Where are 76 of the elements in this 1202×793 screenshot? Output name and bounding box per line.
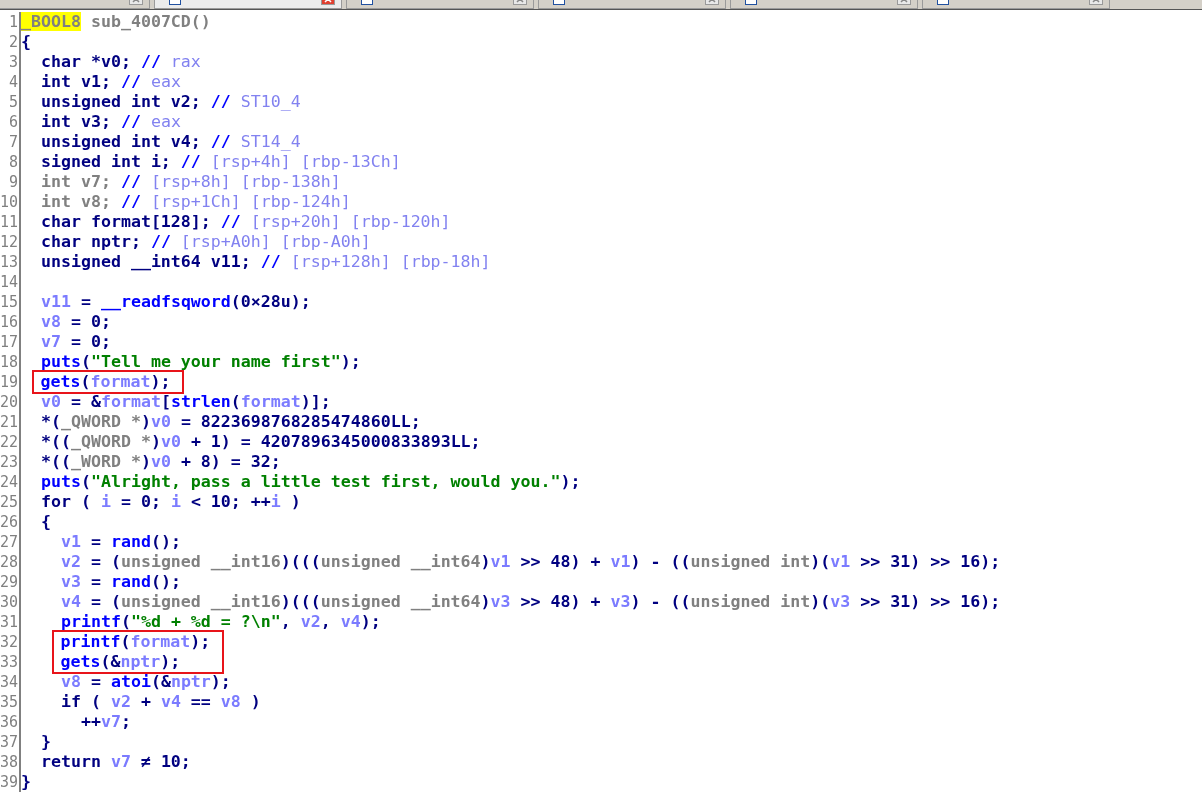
line-number: 19 [0, 372, 21, 392]
line-number: 33 [0, 652, 21, 672]
code-line: *((_WORD *)v0 + 8) = 32; [41, 452, 281, 471]
code-line: printf(format); [60, 631, 211, 652]
line-number: 9 [0, 172, 21, 192]
line-number: 7 [0, 132, 21, 152]
code-line: char nptr; // [rsp+A0h] [rbp-A0h] [41, 232, 371, 251]
code-line: v1 = rand(); [60, 532, 181, 551]
code-line: int v3; // eax [41, 112, 181, 131]
code-line: _BOOL8 sub_4007CD() [21, 12, 211, 31]
line-number: 20 [0, 392, 21, 412]
line-number: 15 [0, 292, 21, 312]
code-line: v7 = 0; [41, 332, 111, 351]
line-number: 4 [0, 72, 21, 92]
line-number: 25 [0, 492, 21, 512]
line-number: 6 [0, 112, 21, 132]
code-line: v11 = __readfsqword(0×28u); [41, 292, 311, 311]
code-line: ++v7; [80, 712, 131, 731]
line-number: 14 [0, 272, 21, 292]
line-number: 8 [0, 152, 21, 172]
line-number: 23 [0, 452, 21, 472]
line-number: 2 [0, 32, 21, 52]
line-number: 24 [0, 472, 21, 492]
line-number: 5 [0, 92, 21, 112]
line-number: 10 [0, 192, 21, 212]
line-number: 38 [0, 752, 21, 772]
code-line: int v7; // [rsp+8h] [rbp-138h] [41, 172, 341, 191]
line-number: 13 [0, 252, 21, 272]
code-line: int v8; // [rsp+1Ch] [rbp-124h] [41, 192, 351, 211]
code-line: v8 = atoi(&nptr); [60, 672, 231, 691]
code-line: v0 = &format[strlen(format)]; [41, 392, 331, 411]
code-line: unsigned __int64 v11; // [rsp+128h] [rbp-18h] [41, 252, 491, 271]
line-number: 3 [0, 52, 21, 72]
code-line: v2 = (unsigned __int16)(((unsigned __int64)v1 >> 48) + v1) - ((unsigned int)(v1 >> 31) >> 16); [60, 552, 1001, 571]
code-line: return v7 ≠ 10; [41, 752, 191, 771]
code-line: unsigned int v4; // ST14_4 [41, 132, 301, 151]
line-number: 12 [0, 232, 21, 252]
code-line: v3 = rand(); [60, 572, 181, 591]
line-number: 17 [0, 332, 21, 352]
code-line: } [21, 772, 31, 791]
code-line: char *v0; // rax [41, 52, 201, 71]
code-line: } [41, 732, 51, 751]
code-line: gets(format); [40, 371, 171, 392]
code-line: *((_QWORD *)v0 + 1) = 4207896345000833893LL; [41, 432, 481, 451]
line-number: 18 [0, 352, 21, 372]
line-number: 34 [0, 672, 21, 692]
line-number: 31 [0, 612, 21, 632]
line-number: 11 [0, 212, 21, 232]
line-number: 37 [0, 732, 21, 752]
code-line: unsigned int v2; // ST10_4 [41, 92, 301, 111]
line-number: 29 [0, 572, 21, 592]
line-number: 30 [0, 592, 21, 612]
line-number: 27 [0, 532, 21, 552]
code-line: signed int i; // [rsp+4h] [rbp-13Ch] [41, 152, 401, 171]
line-number: 36 [0, 712, 21, 732]
line-number: 28 [0, 552, 21, 572]
code-line: { [41, 512, 51, 531]
code-line: if ( v2 + v4 == v8 ) [60, 692, 261, 711]
code-line: printf("%d + %d = ?\n", v2, v4); [60, 612, 381, 631]
code-line: gets(&nptr); [60, 651, 181, 672]
code-line: int v1; // eax [41, 72, 181, 91]
code-line: char format[128]; // [rsp+20h] [rbp-120h] [41, 212, 451, 231]
code-line: *(_QWORD *)v0 = 8223698768285474860LL; [41, 412, 421, 431]
line-number: 32 [0, 632, 21, 652]
code-line: v8 = 0; [41, 312, 111, 331]
line-number: 22 [0, 432, 21, 452]
line-number: 16 [0, 312, 21, 332]
line-number: 26 [0, 512, 21, 532]
code-line: for ( i = 0; i < 10; ++i ) [41, 492, 301, 511]
code-line: { [21, 32, 31, 51]
line-number: 21 [0, 412, 21, 432]
line-number: 35 [0, 692, 21, 712]
code-line: puts("Alright, pass a little test first, would you."); [41, 472, 581, 491]
line-number: 39 [0, 772, 21, 792]
code-line: puts("Tell me your name first"); [41, 352, 361, 371]
code-line: v4 = (unsigned __int16)(((unsigned __int64)v3 >> 48) + v3) - ((unsigned int)(v3 >> 31) >> 16); [60, 592, 1001, 611]
